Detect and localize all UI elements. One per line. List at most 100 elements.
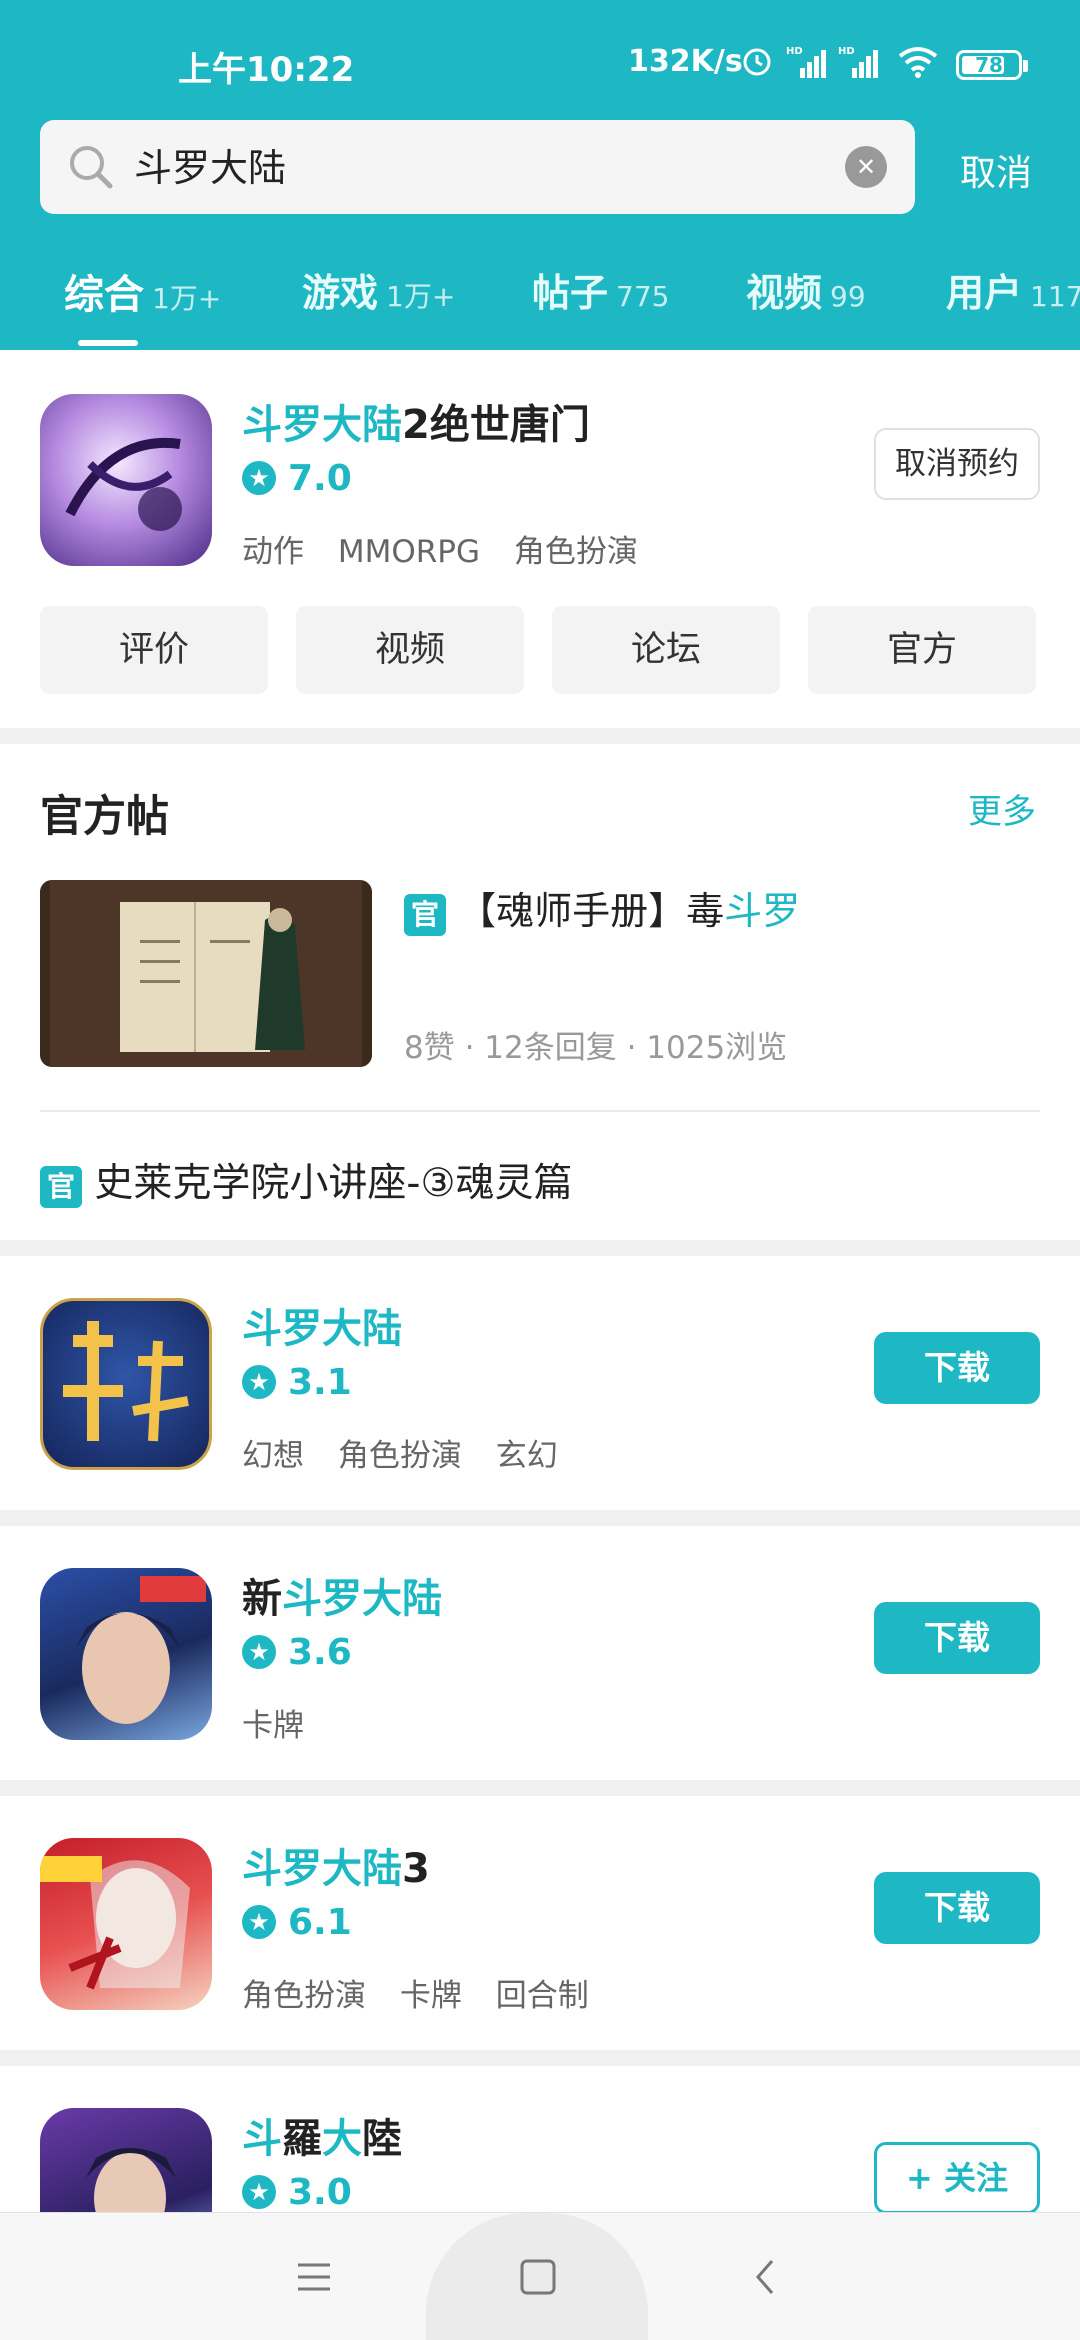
tag: 动作 (242, 534, 304, 570)
quick-link-review[interactable]: 评价 (40, 606, 268, 694)
battery-icon: 78 (956, 50, 1028, 80)
wifi-icon (898, 47, 938, 78)
title-post: 3 (402, 1846, 430, 1892)
download-button[interactable]: 下载 (874, 1872, 1040, 1944)
game-title[interactable]: 新斗罗大陆 (242, 1566, 442, 1624)
net-speed: 132K/s (628, 44, 743, 79)
tag: 回合制 (495, 1978, 589, 2014)
star-icon: ★ (242, 1635, 276, 1669)
post-thumbnail[interactable] (40, 880, 372, 1067)
game-art-icon (63, 1321, 189, 1442)
alarm-icon (743, 48, 771, 76)
game-icon[interactable] (40, 1298, 212, 1470)
quick-link-forum[interactable]: 论坛 (552, 606, 780, 694)
title-rest: 2绝世唐门 (402, 402, 590, 448)
featured-rating: ★ 7.0 (242, 458, 352, 499)
section-divider (0, 1510, 1080, 1526)
post-title-highlight: 斗罗 (724, 889, 801, 933)
official-badge: 官 (404, 894, 446, 936)
cancel-button[interactable]: 取消 (960, 144, 1032, 196)
section-divider (0, 2050, 1080, 2066)
post-title-2[interactable]: 官 史莱克学院小讲座-③魂灵篇 (40, 1152, 572, 1208)
quick-link-official[interactable]: 官方 (808, 606, 1036, 694)
tab-label: 用户 (946, 271, 1023, 315)
tab-games[interactable]: 游戏 1万+ (302, 262, 455, 317)
star-icon: ★ (242, 2175, 276, 2209)
tab-label: 游戏 (302, 271, 379, 315)
tab-label: 视频 (746, 271, 823, 315)
rating-value: 3.1 (288, 1362, 352, 1403)
post2-title: 史莱克学院小讲座-③魂灵篇 (94, 1161, 573, 1206)
game-tags: 卡牌 (242, 1700, 328, 1745)
game-tags: 角色扮演 卡牌 回合制 (242, 1970, 613, 2015)
game-title[interactable]: 斗罗大陆3 (242, 1836, 430, 1894)
title-highlight: 斗罗大陆 (242, 402, 402, 448)
tag: 角色扮演 (242, 1978, 366, 2014)
tag: MMORPG (337, 534, 481, 570)
game-rating: ★ 6.1 (242, 1902, 352, 1943)
tag: 角色扮演 (337, 1438, 462, 1474)
tab-count: 1万+ (152, 282, 222, 315)
tab-videos[interactable]: 视频 99 (746, 262, 866, 317)
tag: 幻想 (242, 1438, 304, 1474)
game-title[interactable]: 斗罗大陆 (242, 1296, 402, 1354)
title-highlight: 斗 (242, 2116, 282, 2162)
title-post: 陸 (362, 2116, 402, 2162)
tab-count: 99 (830, 280, 866, 313)
game-art-icon (40, 1856, 190, 1990)
game-art-icon (76, 1576, 206, 1724)
tab-zonghe[interactable]: 综合 1万+ (64, 262, 222, 346)
featured-game-title[interactable]: 斗罗大陆2绝世唐门 (242, 392, 590, 450)
tab-users[interactable]: 用户 117 (946, 262, 1080, 317)
tab-count: 775 (616, 280, 670, 313)
rating-value: 7.0 (288, 458, 352, 499)
post-title[interactable]: 官 【魂师手册】毒斗罗 (404, 880, 800, 936)
tab-posts[interactable]: 帖子 775 (532, 262, 669, 317)
game-rating: ★ 3.6 (242, 1632, 352, 1673)
divider (40, 1110, 1040, 1112)
search-input[interactable] (134, 142, 814, 186)
signal-hd2-icon: HD (838, 46, 878, 78)
game-rating: ★ 3.0 (242, 2172, 352, 2213)
featured-tags: 动作 MMORPG 角色扮演 (242, 526, 662, 571)
post-image (40, 880, 372, 1067)
title-highlight-2: 大 (322, 2116, 362, 2162)
tab-count: 1万+ (386, 280, 456, 313)
game-rating: ★ 3.1 (242, 1362, 352, 1403)
cancel-reservation-button[interactable]: 取消预约 (874, 428, 1040, 500)
tag: 卡牌 (399, 1978, 462, 2014)
featured-game-icon[interactable] (40, 394, 212, 566)
tab-underline (78, 340, 138, 346)
download-button[interactable]: 下载 (874, 1602, 1040, 1674)
section-divider (0, 1240, 1080, 1256)
more-link[interactable]: 更多 (968, 784, 1036, 833)
game-art-icon (65, 437, 182, 531)
star-icon: ★ (242, 461, 276, 495)
tab-label: 综合 (64, 272, 144, 318)
clear-icon[interactable]: ✕ (845, 146, 887, 188)
game-tags: 幻想 角色扮演 玄幻 (242, 1430, 582, 1475)
game-icon[interactable] (40, 1838, 212, 2010)
system-nav-bar (0, 2212, 1080, 2340)
back-icon[interactable] (748, 2249, 780, 2305)
title-mid: 羅 (282, 2116, 322, 2162)
post-title-prefix: 【魂师手册】毒 (458, 889, 725, 933)
game-icon[interactable] (40, 1568, 212, 1740)
rating-value: 3.0 (288, 2172, 352, 2213)
title-pre: 新 (242, 1576, 282, 1622)
tab-count: 117 (1030, 280, 1080, 313)
follow-button[interactable]: + 关注 (874, 2142, 1040, 2214)
search-box[interactable]: ✕ (40, 120, 915, 214)
search-icon (70, 146, 113, 189)
signal-hd-icon: HD (786, 46, 826, 78)
section-divider (0, 1780, 1080, 1796)
quick-link-video[interactable]: 视频 (296, 606, 524, 694)
menu-icon[interactable] (294, 2249, 334, 2305)
game-title[interactable]: 斗羅大陸 (242, 2106, 402, 2164)
section-title: 官方帖 (40, 792, 169, 842)
status-time: 上午10:22 (178, 50, 355, 90)
download-button[interactable]: 下载 (874, 1332, 1040, 1404)
home-icon[interactable] (516, 2249, 560, 2305)
tab-bar: 综合 1万+ 游戏 1万+ 帖子 775 视频 99 用户 117 (0, 250, 1080, 350)
battery-percent: 78 (975, 53, 1003, 77)
